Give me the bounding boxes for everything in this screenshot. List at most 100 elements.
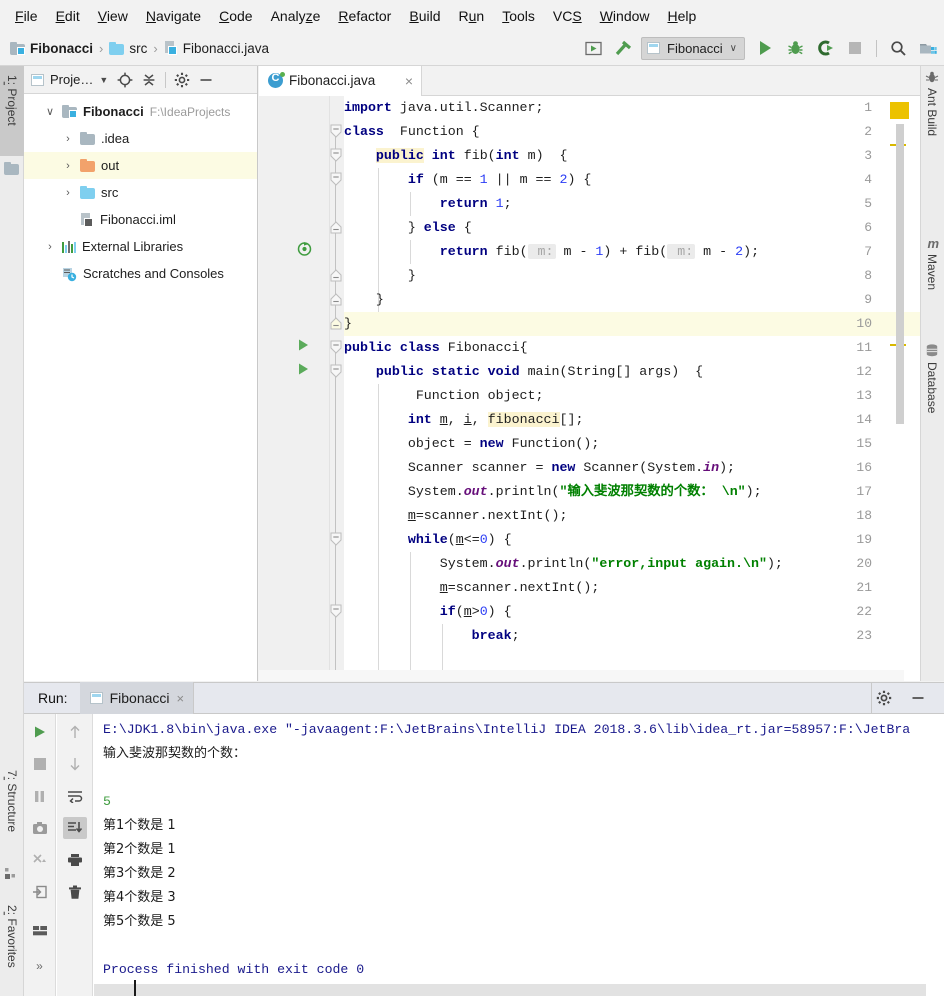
menu-help[interactable]: Help xyxy=(659,4,706,28)
export-button[interactable] xyxy=(28,881,52,903)
run-button[interactable] xyxy=(753,36,777,60)
menu-tools[interactable]: Tools xyxy=(493,4,544,28)
editor-horizontal-scrollbar[interactable] xyxy=(259,670,904,681)
project-structure-button[interactable] xyxy=(916,36,940,60)
project-panel-title[interactable]: Proje… ▼ xyxy=(28,72,108,87)
sidebar-item-database[interactable]: Database xyxy=(920,362,944,436)
chevron-collapsed-icon[interactable]: › xyxy=(62,133,74,145)
debug-button[interactable] xyxy=(783,36,807,60)
editor-scrollbar-thumb[interactable] xyxy=(896,124,904,424)
run-settings-button[interactable] xyxy=(872,687,896,709)
tree-item-scratches-and-consoles[interactable]: Scratches and Consoles xyxy=(24,260,257,287)
fold-end-icon[interactable] xyxy=(330,317,342,331)
menu-edit[interactable]: Edit xyxy=(47,4,89,28)
chevron-expanded-icon[interactable]: ∨ xyxy=(44,105,56,118)
down-arrow-button[interactable] xyxy=(63,753,87,775)
tree-item-idea[interactable]: › .idea xyxy=(24,125,257,152)
run-tab-fibonacci[interactable]: Fibonacci × xyxy=(79,682,194,714)
run-with-coverage-button[interactable] xyxy=(813,36,837,60)
fold-start-icon[interactable] xyxy=(330,172,342,187)
make-project-button[interactable] xyxy=(581,36,605,60)
sidebar-item-ant-build[interactable]: Ant Build xyxy=(920,88,944,162)
up-arrow-button[interactable] xyxy=(63,721,87,743)
menu-analyze[interactable]: Analyze xyxy=(262,4,330,28)
print-button[interactable] xyxy=(63,849,87,871)
sidebar-item-favorites[interactable]: 2: Favorites xyxy=(0,896,24,996)
gutter-run-marker[interactable] xyxy=(297,360,311,384)
code-line-17: System.out.println("输入斐波那契数的个数： \n"); xyxy=(344,484,762,499)
console-line: E:\JDK1.8\bin\java.exe "-javaagent:F:\Je… xyxy=(103,722,911,737)
fold-start-icon[interactable] xyxy=(330,532,342,547)
run-configuration-selector[interactable]: Fibonacci ∨ xyxy=(641,36,745,60)
menu-file[interactable]: File xyxy=(6,4,47,28)
menu-code[interactable]: Code xyxy=(210,4,261,28)
code-text[interactable]: import java.util.Scanner; class Function… xyxy=(344,96,920,681)
console-output[interactable]: E:\JDK1.8\bin\java.exe "-javaagent:F:\Je… xyxy=(94,714,944,984)
tree-item-fibonacci[interactable]: ∨ Fibonacci F:\IdeaProjects xyxy=(24,98,257,125)
pause-button[interactable] xyxy=(28,785,52,807)
menu-build[interactable]: Build xyxy=(400,4,449,28)
layout-button[interactable] xyxy=(28,919,52,941)
stop-icon xyxy=(849,42,861,54)
tree-item-fibonacci-iml[interactable]: Fibonacci.iml xyxy=(24,206,257,233)
fold-end-icon[interactable] xyxy=(330,221,342,235)
bug-icon xyxy=(787,41,803,55)
gutter-run-marker[interactable] xyxy=(297,336,311,360)
hide-panel-button[interactable] xyxy=(195,69,217,91)
menu-run[interactable]: Run xyxy=(450,4,494,28)
breadcrumb-file[interactable]: Fibonacci.java xyxy=(161,39,272,58)
chevron-collapsed-icon[interactable]: › xyxy=(44,241,56,253)
breadcrumb-folder[interactable]: src xyxy=(106,39,150,58)
fold-start-icon[interactable] xyxy=(330,148,342,163)
fold-start-icon[interactable] xyxy=(330,340,342,355)
tree-item-out[interactable]: › out xyxy=(24,152,257,179)
soft-wrap-button[interactable] xyxy=(63,785,87,807)
tree-item-external-libraries[interactable]: › External Libraries xyxy=(24,233,257,260)
code-line-23: break; xyxy=(471,628,520,643)
restore-layout-button[interactable] xyxy=(28,849,52,871)
editor-gutter[interactable] xyxy=(259,96,330,681)
scroll-from-source-button[interactable] xyxy=(114,69,136,91)
breadcrumb-project[interactable]: Fibonacci xyxy=(7,39,96,58)
rerun-button[interactable] xyxy=(28,721,52,743)
clear-all-button[interactable] xyxy=(63,881,87,903)
collapse-all-button[interactable] xyxy=(138,69,160,91)
build-hammer-button[interactable] xyxy=(611,36,635,60)
search-everywhere-button[interactable] xyxy=(886,36,910,60)
stop-button[interactable] xyxy=(28,753,52,775)
tab-fibonacci-java[interactable]: Fibonacci.java × xyxy=(259,66,422,96)
expand-more-button[interactable]: » xyxy=(28,955,52,977)
code-line-5: return 1; xyxy=(439,196,512,211)
run-minimize-button[interactable] xyxy=(906,687,930,709)
menu-window[interactable]: Window xyxy=(591,4,659,28)
code-editor[interactable]: 1 2 3 4 5 6 7 8 9 10 11 12 13 14 15 16 1… xyxy=(259,96,920,681)
menu-view[interactable]: View xyxy=(89,4,137,28)
sidebar-item-project[interactable]: 1: Project xyxy=(0,66,24,156)
close-icon[interactable]: × xyxy=(177,691,185,706)
dump-threads-button[interactable] xyxy=(28,817,52,839)
scroll-to-end-button[interactable] xyxy=(62,817,87,839)
menu-refactor[interactable]: Refactor xyxy=(329,4,400,28)
sidebar-item-label: Maven xyxy=(925,254,939,291)
recursion-marker[interactable] xyxy=(297,240,312,264)
fold-start-icon[interactable] xyxy=(330,124,342,139)
sidebar-item-maven[interactable]: Maven xyxy=(920,254,944,314)
console-horizontal-scrollbar[interactable] xyxy=(94,984,926,996)
code-line-14: int m, i, fibonacci[]; xyxy=(407,412,584,427)
close-icon[interactable]: × xyxy=(405,73,413,89)
fold-start-icon[interactable] xyxy=(330,604,342,619)
trash-icon xyxy=(68,885,81,899)
menu-vcs[interactable]: VCS xyxy=(544,4,591,28)
chevron-collapsed-icon[interactable]: › xyxy=(62,187,74,199)
stop-button[interactable] xyxy=(843,36,867,60)
fold-start-icon[interactable] xyxy=(330,364,342,379)
ant-icon xyxy=(925,71,939,83)
fold-end-icon[interactable] xyxy=(330,293,342,307)
project-settings-button[interactable] xyxy=(171,69,193,91)
fold-end-icon[interactable] xyxy=(330,269,342,283)
sidebar-item-structure[interactable]: 7: Structure xyxy=(0,761,24,861)
menu-navigate[interactable]: Navigate xyxy=(137,4,210,28)
breadcrumb-separator-2: › xyxy=(153,40,158,56)
chevron-collapsed-icon[interactable]: › xyxy=(62,160,74,172)
tree-item-src[interactable]: › src xyxy=(24,179,257,206)
